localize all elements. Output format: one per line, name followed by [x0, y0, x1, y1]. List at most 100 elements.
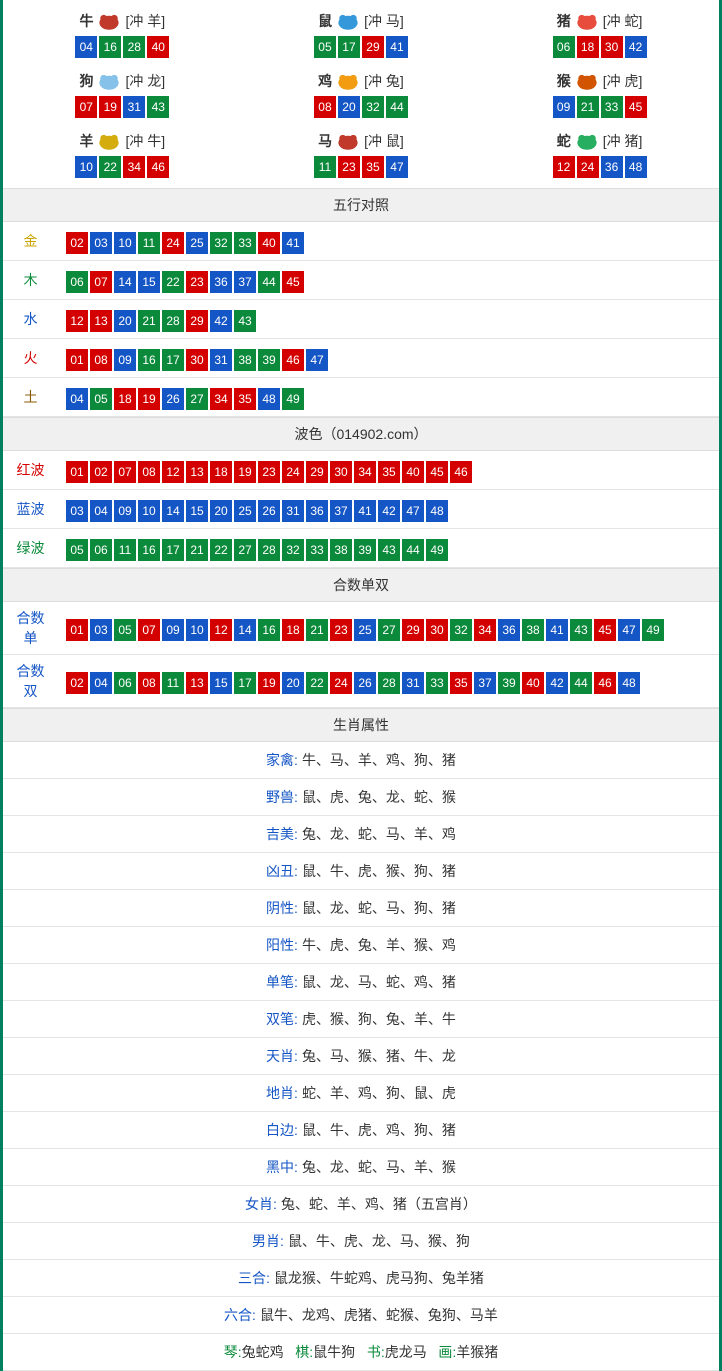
number-chip: 18 [282, 619, 304, 641]
number-chip: 40 [258, 232, 280, 254]
number-chip: 14 [162, 500, 184, 522]
number-chip: 16 [138, 349, 160, 371]
number-chip: 43 [147, 96, 169, 118]
number-chip: 08 [138, 672, 160, 694]
number-chip: 43 [234, 310, 256, 332]
row-numbers: 1213202128294243 [58, 300, 719, 339]
number-chip: 48 [258, 388, 280, 410]
attr-label: 双笔: [266, 1011, 298, 1027]
number-chip: 20 [282, 672, 304, 694]
number-chip: 35 [234, 388, 256, 410]
number-chip: 48 [618, 672, 640, 694]
row-numbers: 02031011242532334041 [58, 222, 719, 261]
row-label: 红波 [3, 451, 58, 490]
zodiac-numbers: 07193143 [3, 96, 242, 118]
attr-row: 吉美:兔、龙、蛇、马、羊、鸡 [3, 816, 719, 853]
number-chip: 49 [426, 539, 448, 561]
number-chip: 07 [90, 271, 112, 293]
number-chip: 08 [138, 461, 160, 483]
zodiac-clash: [冲 兔] [364, 71, 404, 91]
zodiac-name: 羊 [79, 131, 93, 151]
zodiac-numbers: 10223446 [3, 156, 242, 178]
number-chip: 04 [66, 388, 88, 410]
number-chip: 37 [474, 672, 496, 694]
attr-value: 鼠牛狗 [313, 1344, 355, 1360]
bose-table: 红波0102070812131819232429303435404546蓝波03… [3, 451, 719, 568]
number-chip: 23 [338, 156, 360, 178]
attr-row: 单笔:鼠、龙、马、蛇、鸡、猪 [3, 964, 719, 1001]
number-chip: 04 [75, 36, 97, 58]
number-chip: 45 [625, 96, 647, 118]
number-chip: 13 [90, 310, 112, 332]
number-chip: 19 [138, 388, 160, 410]
attr-row: 地肖:蛇、羊、鸡、狗、鼠、虎 [3, 1075, 719, 1112]
number-chip: 22 [210, 539, 232, 561]
number-chip: 45 [282, 271, 304, 293]
number-chip: 33 [234, 232, 256, 254]
zodiac-name: 鸡 [318, 71, 332, 91]
number-chip: 42 [546, 672, 568, 694]
number-chip: 46 [450, 461, 472, 483]
attr-value: 兔、蛇、羊、鸡、猪（五宫肖） [281, 1196, 477, 1212]
number-chip: 44 [570, 672, 592, 694]
number-chip: 27 [234, 539, 256, 561]
number-chip: 47 [306, 349, 328, 371]
number-chip: 05 [314, 36, 336, 58]
number-chip: 08 [90, 349, 112, 371]
heshu-table: 合数单0103050709101214161821232527293032343… [3, 602, 719, 708]
zodiac-clash: [冲 猪] [603, 131, 643, 151]
number-chip: 45 [594, 619, 616, 641]
number-chip: 32 [210, 232, 232, 254]
attr-row: 天肖:兔、马、猴、猪、牛、龙 [3, 1038, 719, 1075]
attr-value: 牛、马、羊、鸡、狗、猪 [302, 752, 456, 768]
attr-label: 棋: [295, 1344, 313, 1360]
attr-label: 三合: [238, 1270, 270, 1286]
number-chip: 12 [553, 156, 575, 178]
attr-label: 天肖: [266, 1048, 298, 1064]
attr-value: 鼠、虎、兔、龙、蛇、猴 [302, 789, 456, 805]
row-label: 火 [3, 339, 58, 378]
attr-label: 琴: [224, 1344, 242, 1360]
number-chip: 11 [114, 539, 136, 561]
number-chip: 28 [123, 36, 145, 58]
number-chip: 41 [354, 500, 376, 522]
zodiac-name: 马 [318, 131, 332, 151]
number-chip: 37 [234, 271, 256, 293]
number-chip: 34 [354, 461, 376, 483]
number-chip: 43 [570, 619, 592, 641]
number-chip: 24 [330, 672, 352, 694]
number-chip: 24 [282, 461, 304, 483]
number-chip: 06 [66, 271, 88, 293]
number-chip: 21 [577, 96, 599, 118]
number-chip: 29 [402, 619, 424, 641]
attr-row: 双笔:虎、猴、狗、兔、羊、牛 [3, 1001, 719, 1038]
number-chip: 43 [378, 539, 400, 561]
number-chip: 30 [426, 619, 448, 641]
number-chip: 22 [162, 271, 184, 293]
number-chip: 18 [577, 36, 599, 58]
zodiac-clash: [冲 龙] [125, 71, 165, 91]
attr-value: 羊猴猪 [456, 1344, 498, 1360]
zodiac-clash: [冲 马] [364, 11, 404, 31]
number-chip: 09 [114, 349, 136, 371]
attr-label: 画: [438, 1344, 456, 1360]
attr-value: 鼠、龙、马、蛇、鸡、猪 [302, 974, 456, 990]
number-chip: 37 [330, 500, 352, 522]
number-chip: 11 [162, 672, 184, 694]
attr-label: 书: [367, 1344, 385, 1360]
number-chip: 14 [234, 619, 256, 641]
row-numbers: 06071415222336374445 [58, 261, 719, 300]
number-chip: 11 [314, 156, 336, 178]
number-chip: 49 [642, 619, 664, 641]
table-row: 红波0102070812131819232429303435404546 [3, 451, 719, 490]
attr-label: 白边: [266, 1122, 298, 1138]
attr-row: 阳性:牛、虎、兔、羊、猴、鸡 [3, 927, 719, 964]
number-chip: 30 [601, 36, 623, 58]
zodiac-clash: [冲 虎] [603, 71, 643, 91]
number-chip: 19 [258, 672, 280, 694]
attr-label: 家禽: [266, 752, 298, 768]
zodiac-clash: [冲 牛] [125, 131, 165, 151]
number-chip: 40 [147, 36, 169, 58]
attr-label: 六合: [224, 1307, 256, 1323]
attr-value: 牛、虎、兔、羊、猴、鸡 [302, 937, 456, 953]
